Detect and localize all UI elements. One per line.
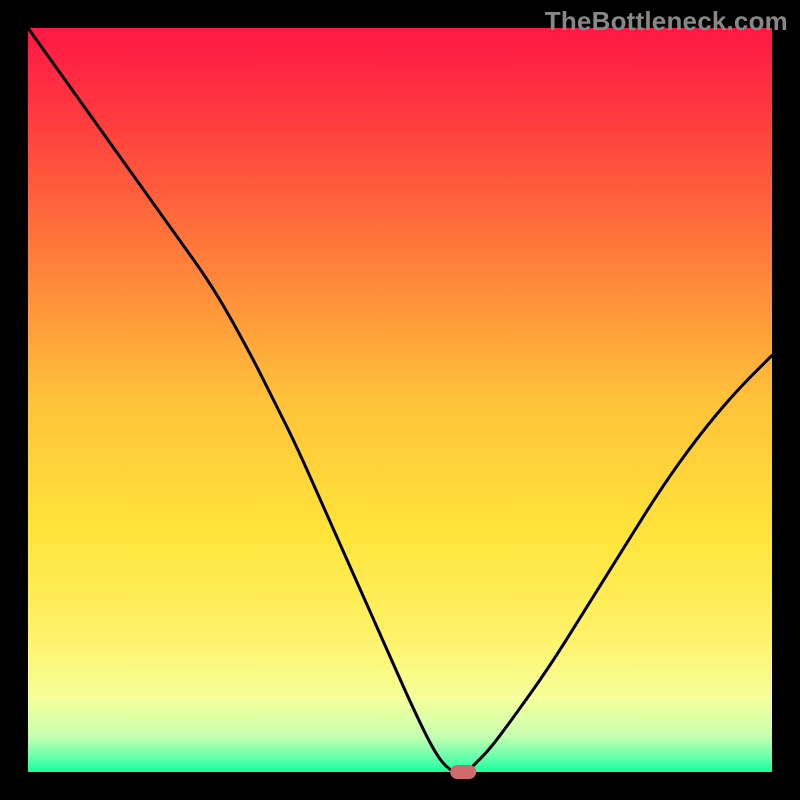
watermark-label: TheBottleneck.com bbox=[545, 6, 788, 37]
chart-svg bbox=[0, 0, 800, 800]
optimal-marker bbox=[450, 765, 476, 779]
bottleneck-chart: TheBottleneck.com bbox=[0, 0, 800, 800]
